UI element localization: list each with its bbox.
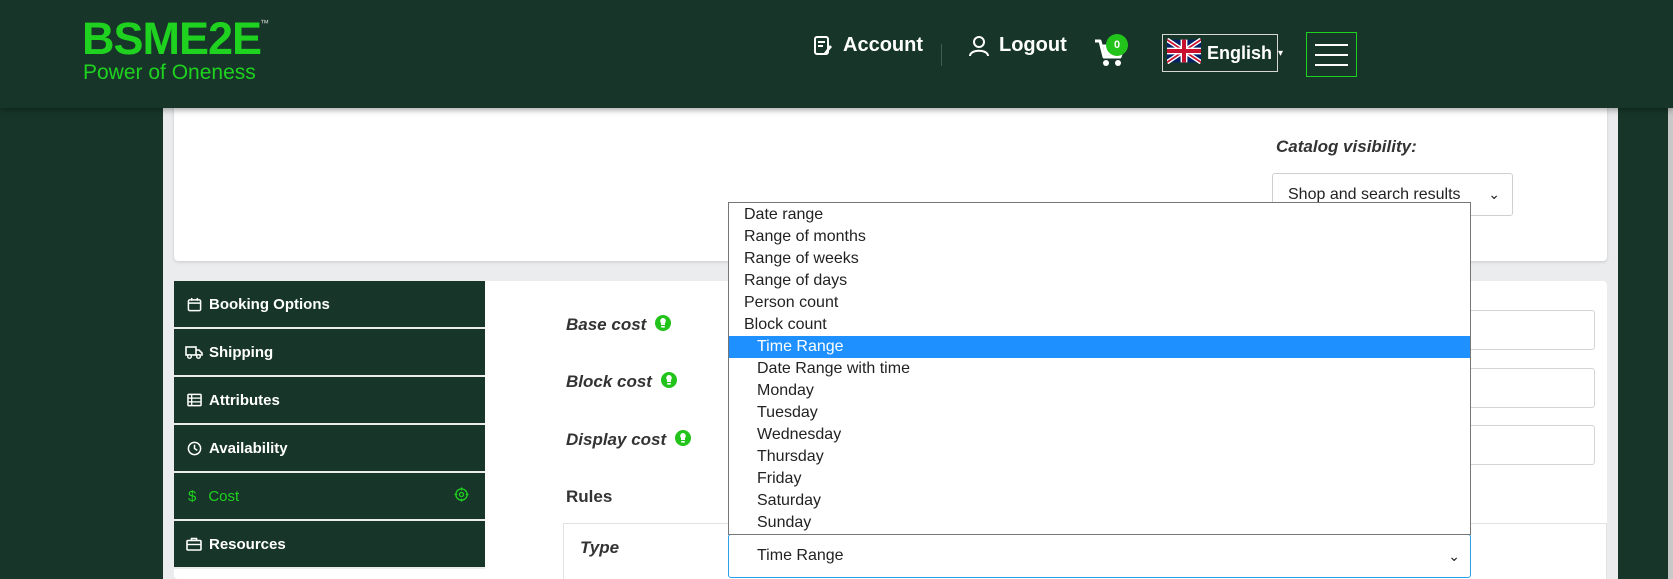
- lightbulb-icon[interactable]: [660, 371, 677, 394]
- dropdown-option[interactable]: Range of days: [729, 270, 1470, 292]
- dropdown-option[interactable]: Block count: [729, 314, 1470, 336]
- dropdown-option[interactable]: Sunday: [729, 512, 1470, 534]
- tab-attributes[interactable]: Attributes: [174, 377, 485, 425]
- display-cost-input[interactable]: [1460, 425, 1595, 465]
- cart-icon: [1094, 39, 1126, 72]
- base-cost-input[interactable]: [1460, 310, 1595, 350]
- dropdown-option[interactable]: Friday: [729, 468, 1470, 490]
- dropdown-option[interactable]: Date Range with time: [729, 358, 1470, 380]
- language-selector[interactable]: English ▾: [1162, 34, 1283, 72]
- block-cost-input[interactable]: [1460, 368, 1595, 408]
- block-cost-text: Block cost: [566, 371, 652, 391]
- logout-link[interactable]: Logout: [968, 34, 1067, 57]
- dropdown-option[interactable]: Range of months: [729, 226, 1470, 248]
- dollar-icon: $: [188, 487, 197, 505]
- tab-availability[interactable]: Availability: [174, 425, 485, 473]
- dropdown-option[interactable]: Range of weeks: [729, 248, 1470, 270]
- logo-trademark: ™: [260, 18, 269, 28]
- menu-line: [1315, 43, 1348, 46]
- logout-label: Logout: [999, 34, 1067, 56]
- rule-type-select[interactable]: Time Range ⌄: [728, 534, 1471, 578]
- menu-line: [1315, 63, 1348, 66]
- caret-down-icon: ▾: [1278, 47, 1284, 59]
- logo-name: BSME2E: [82, 13, 262, 64]
- crosshair-icon: [454, 487, 469, 506]
- tab-shipping[interactable]: Shipping: [174, 329, 485, 377]
- tab-label: Resources: [209, 535, 286, 553]
- tab-label: Attributes: [209, 391, 280, 409]
- calendar-icon: [185, 295, 203, 313]
- catalog-visibility-label: Catalog visibility:: [1276, 137, 1417, 156]
- tab-cost[interactable]: $ Cost: [174, 473, 485, 521]
- uk-flag-icon: [1165, 37, 1203, 69]
- account-label: Account: [843, 34, 923, 56]
- tab-resources[interactable]: Resources: [174, 521, 485, 569]
- language-label: English: [1207, 42, 1273, 63]
- lightbulb-icon[interactable]: [655, 314, 672, 337]
- hamburger-menu-button[interactable]: [1306, 32, 1357, 77]
- truck-icon: [185, 343, 203, 361]
- dropdown-option-selected[interactable]: Time Range: [729, 336, 1470, 358]
- catalog-visibility-value: Shop and search results: [1288, 186, 1461, 203]
- tab-booking-options[interactable]: Booking Options: [174, 281, 485, 329]
- type-label: Type: [580, 538, 620, 557]
- tab-label: Cost: [208, 487, 240, 505]
- chevron-down-icon: ⌄: [1448, 548, 1460, 564]
- account-icon: [813, 35, 833, 57]
- logo-tagline: Power of Oneness: [83, 61, 256, 84]
- site-logo[interactable]: BSME2E ™ Power of Oneness: [82, 13, 269, 84]
- lightbulb-icon[interactable]: [674, 429, 691, 452]
- rule-type-value: Time Range: [757, 547, 844, 564]
- display-cost-label: Display cost: [566, 429, 691, 452]
- dropdown-option[interactable]: Thursday: [729, 446, 1470, 468]
- menu-line: [1315, 53, 1348, 56]
- product-data-tabs: Booking Options Shipping Attributes Avai…: [174, 281, 485, 569]
- rule-type-dropdown-list: Date range Range of months Range of week…: [728, 202, 1471, 535]
- briefcase-icon: [185, 535, 203, 553]
- block-cost-label: Block cost: [566, 371, 677, 394]
- tab-label: Booking Options: [209, 295, 330, 313]
- clock-icon: [185, 439, 203, 457]
- dropdown-option[interactable]: Monday: [729, 380, 1470, 402]
- dropdown-option[interactable]: Person count: [729, 292, 1470, 314]
- tab-label: Shipping: [209, 343, 274, 361]
- site-header: BSME2E ™ Power of Oneness Account Logout: [0, 0, 1673, 108]
- user-icon: [968, 35, 990, 57]
- account-link[interactable]: Account: [813, 34, 923, 57]
- tab-label: Availability: [209, 439, 288, 457]
- page-right-margin: [1618, 100, 1668, 579]
- base-cost-text: Base cost: [566, 314, 647, 334]
- header-divider: [941, 44, 942, 66]
- chevron-down-icon: ⌄: [1488, 186, 1500, 202]
- base-cost-label: Base cost: [566, 314, 672, 337]
- dropdown-option[interactable]: Tuesday: [729, 402, 1470, 424]
- dropdown-option[interactable]: Date range: [729, 204, 1470, 226]
- list-icon: [185, 391, 203, 409]
- dropdown-option[interactable]: Saturday: [729, 490, 1470, 512]
- rules-heading: Rules: [566, 487, 613, 506]
- dropdown-option[interactable]: Wednesday: [729, 424, 1470, 446]
- cart-count-badge: 0: [1106, 34, 1128, 56]
- display-cost-text: Display cost: [566, 429, 667, 449]
